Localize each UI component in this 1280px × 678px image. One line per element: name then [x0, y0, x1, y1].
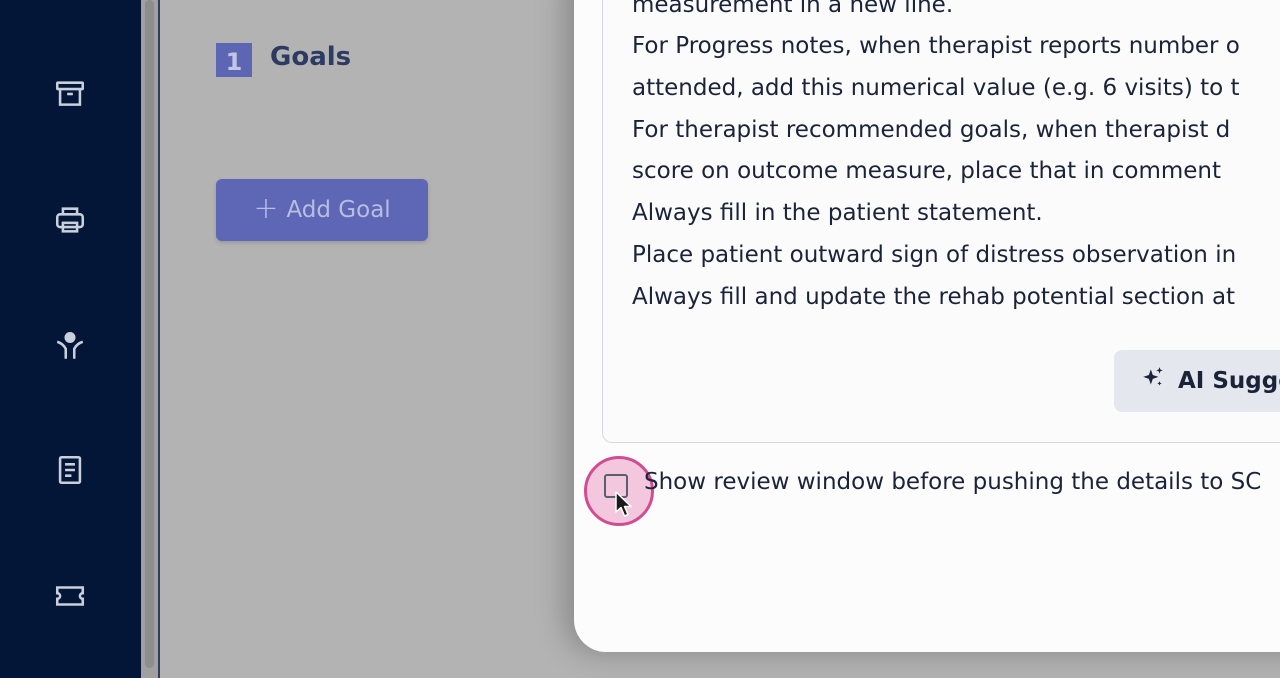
add-goal-button[interactable]: + Add Goal: [216, 179, 428, 241]
review-window-checkbox-label[interactable]: Show review window before pushing the de…: [644, 469, 1261, 495]
mouse-cursor-icon: [615, 491, 632, 517]
archive-icon[interactable]: [50, 74, 90, 114]
instruction-line: For therapist recommended goals, when th…: [632, 117, 1231, 143]
person-icon[interactable]: [50, 326, 90, 366]
plus-icon: +: [253, 190, 279, 226]
sidebar: [0, 0, 141, 678]
ticket-icon[interactable]: [50, 576, 90, 616]
instruction-line: Always fill in the patient statement.: [632, 200, 1043, 226]
instruction-line: Always fill and update the rehab potenti…: [632, 284, 1236, 310]
instruction-line: score on outcome measure, place that in …: [632, 158, 1222, 184]
instruction-line: For Progress notes, when therapist repor…: [632, 33, 1240, 59]
instruction-line: attended, add this numerical value (e.g.…: [632, 75, 1240, 101]
instruction-line: measurement in a new line.: [632, 0, 954, 18]
add-goal-label: Add Goal: [286, 197, 391, 223]
sparkle-icon: [1140, 365, 1166, 397]
printer-icon[interactable]: [50, 200, 90, 240]
goals-heading: Goals: [270, 42, 352, 72]
document-icon[interactable]: [50, 450, 90, 490]
ai-suggest-button[interactable]: AI Sugge: [1114, 350, 1280, 412]
ai-suggest-label: AI Sugge: [1178, 368, 1280, 394]
scrollbar-thumb[interactable]: [145, 0, 154, 668]
instruction-line: Place patient outward sign of distress o…: [632, 242, 1237, 268]
goal-section-number: 1: [216, 43, 252, 77]
